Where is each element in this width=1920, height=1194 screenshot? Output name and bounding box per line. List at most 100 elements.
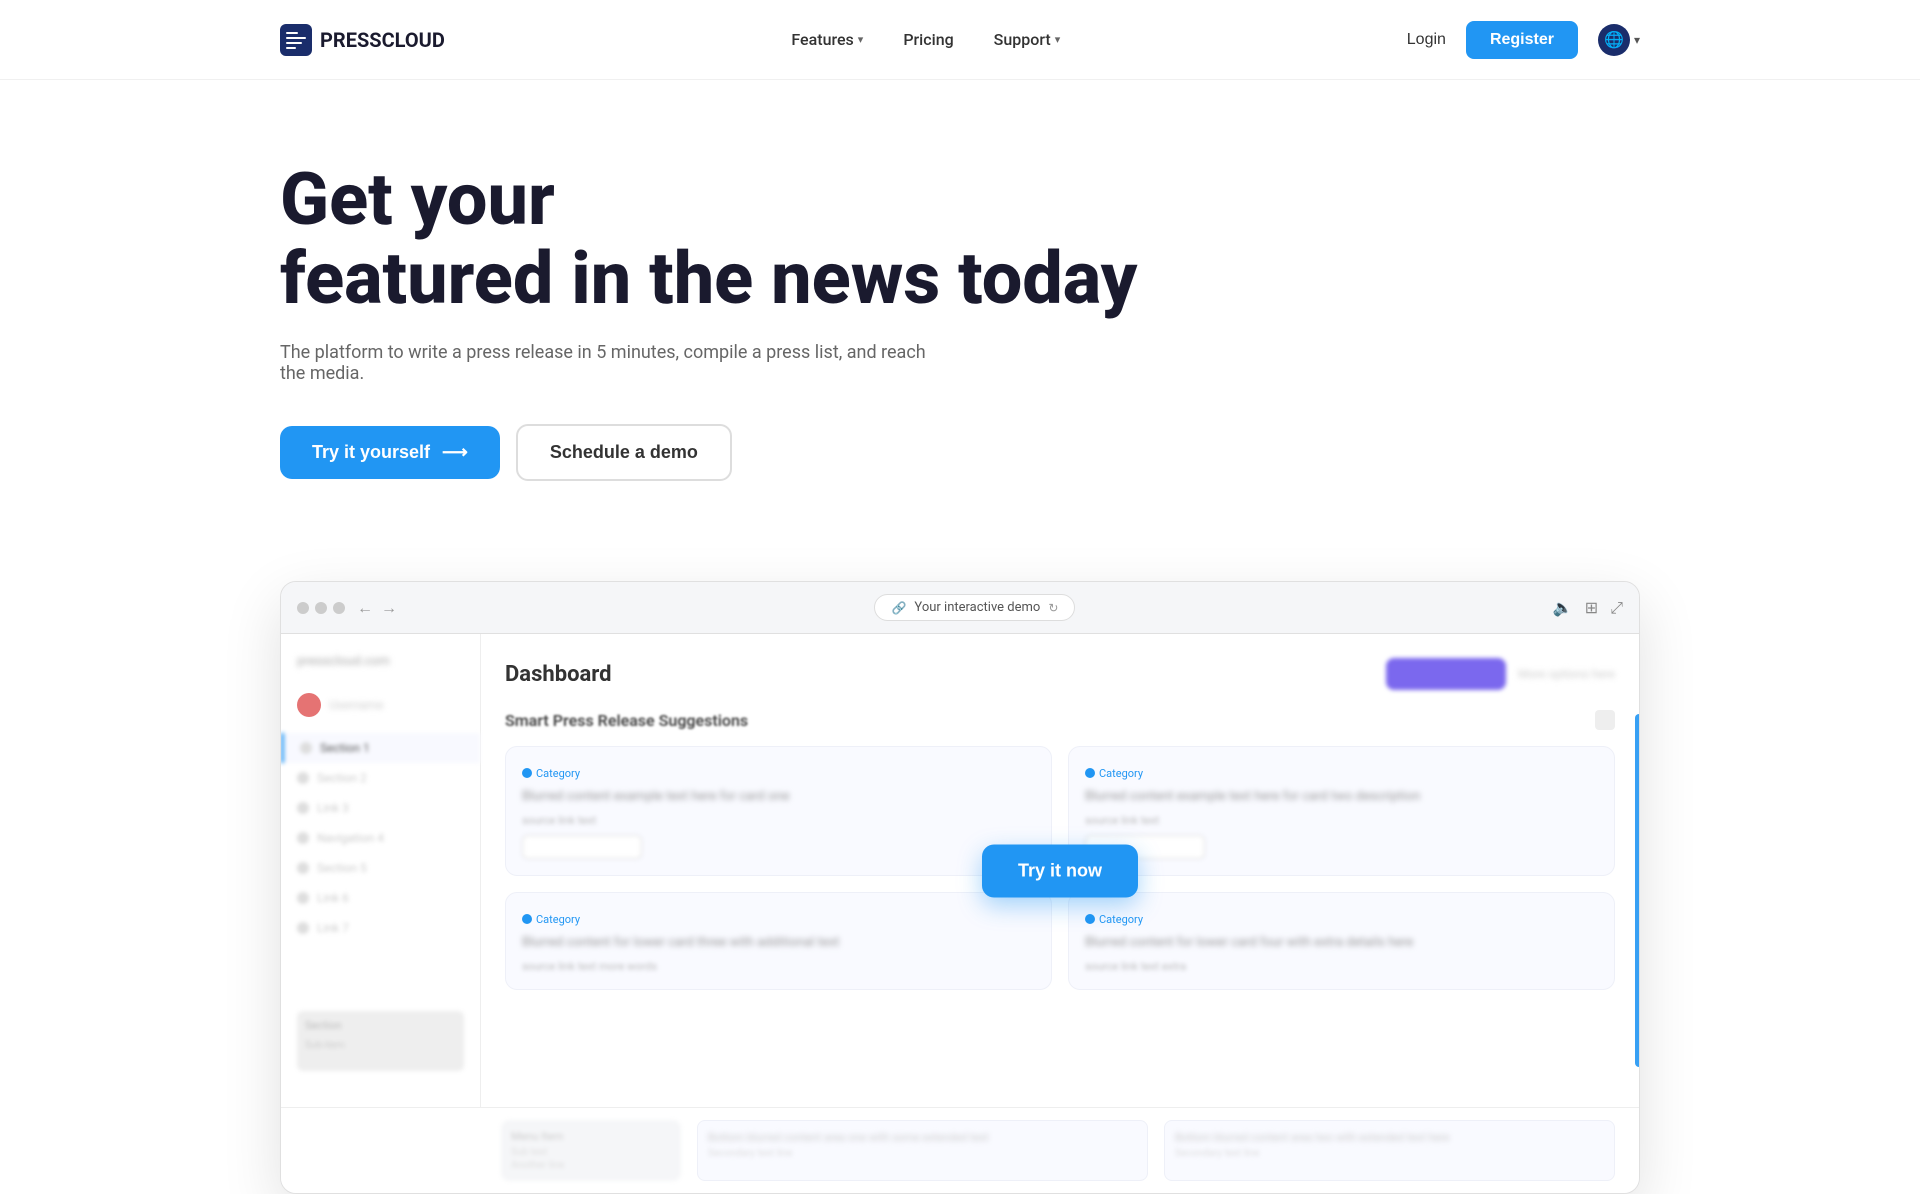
link-icon: 🔗 — [891, 601, 906, 615]
hero-section: Get your featured in the news today The … — [0, 80, 1920, 581]
try-it-yourself-button[interactable]: Try it yourself ⟶ — [280, 426, 500, 479]
forward-icon[interactable]: → — [381, 598, 397, 618]
browser-nav: ← → — [357, 598, 397, 618]
user-avatar — [297, 693, 321, 717]
sidebar-item-2[interactable]: Section 2 — [281, 763, 480, 793]
sidebar-item-7[interactable]: Link 7 — [281, 913, 480, 943]
bottom-card-right: Bottom blurred content area two with ext… — [1164, 1120, 1615, 1181]
dot-green — [333, 602, 345, 614]
card-4-link: source link text extra — [1085, 960, 1598, 973]
card-3-link: source link text more words — [522, 960, 1035, 973]
card-2-tag: Category — [1085, 767, 1143, 780]
sound-icon: 🔈 — [1553, 598, 1573, 617]
dashboard-title: Dashboard — [505, 662, 612, 687]
menu-icon-6 — [297, 892, 309, 904]
card-1-tag: Category — [522, 767, 580, 780]
app-content-wrapper: presscloud.com Username Section 1 Sectio… — [281, 634, 1639, 1193]
card-1-link: source link text — [522, 814, 1035, 827]
sidebar-label-5: Section 5 — [317, 861, 367, 875]
bottom-section-left: Menu Item Sub text Another line — [501, 1120, 681, 1181]
menu-icon-7 — [297, 922, 309, 934]
card-2-link: source link text — [1085, 814, 1598, 827]
try-it-now-button[interactable]: Try it now — [982, 844, 1138, 897]
app-main: Dashboard More options here Smart Press … — [481, 634, 1639, 1107]
card-4-text: Blurred content for lower card four with… — [1085, 934, 1598, 952]
scroll-bar — [1635, 714, 1640, 1067]
sidebar-menu: Section 1 Section 2 Link 3 Navigation 4 — [281, 733, 480, 943]
schedule-demo-button[interactable]: Schedule a demo — [516, 424, 732, 481]
lang-chevron-icon: ▾ — [1634, 33, 1640, 47]
url-pill: 🔗 Your interactive demo ↻ — [874, 594, 1075, 621]
sidebar-item-1[interactable]: Section 1 — [281, 733, 480, 763]
dashboard-action-button[interactable] — [1386, 658, 1506, 690]
sidebar-bottom: Section Sub-item — [281, 1003, 480, 1087]
dashboard-header: Dashboard More options here — [505, 658, 1615, 690]
browser-right-icons: 🔈 ⊞ ⤢ — [1553, 598, 1623, 618]
menu-icon-4 — [297, 832, 309, 844]
support-dropdown-arrow: ▾ — [1055, 33, 1061, 46]
section-title: Smart Press Release Suggestions — [505, 711, 748, 730]
nav-pricing[interactable]: Pricing — [903, 30, 953, 49]
card-3: Category Blurred content for lower card … — [505, 892, 1052, 990]
brand-name: PRESSCLOUD — [320, 28, 445, 52]
screen-icon: ⊞ — [1585, 598, 1598, 617]
menu-icon-5 — [297, 862, 309, 874]
refresh-icon: ↻ — [1048, 601, 1058, 615]
user-name: Username — [329, 698, 383, 712]
sidebar-label-4: Navigation 4 — [317, 831, 384, 845]
card-4-tag: Category — [1085, 913, 1143, 926]
sidebar-label-3: Link 3 — [317, 801, 349, 815]
sidebar-label-7: Link 7 — [317, 921, 349, 935]
card-3-text: Blurred content for lower card three wit… — [522, 934, 1035, 952]
card-1: Category Blurred content example text he… — [505, 746, 1052, 876]
nav-links: Features ▾ Pricing Support ▾ — [791, 30, 1060, 49]
app-content: presscloud.com Username Section 1 Sectio… — [281, 634, 1639, 1107]
sidebar-card-1: Section Sub-item — [297, 1011, 464, 1071]
browser-url-bar: 🔗 Your interactive demo ↻ — [409, 594, 1541, 621]
fullscreen-icon: ⤢ — [1610, 598, 1623, 618]
card-2-text: Blurred content example text here for ca… — [1085, 788, 1598, 806]
sidebar-label-6: Link 6 — [317, 891, 349, 905]
card-2: Category Blurred content example text he… — [1068, 746, 1615, 876]
card-4: Category Blurred content for lower card … — [1068, 892, 1615, 990]
sidebar-label-2: Section 2 — [317, 771, 367, 785]
sidebar-item-3[interactable]: Link 3 — [281, 793, 480, 823]
menu-icon-3 — [297, 802, 309, 814]
card-1-bottom — [522, 835, 1035, 859]
globe-icon: 🌐 — [1598, 24, 1630, 56]
language-button[interactable]: 🌐 ▾ — [1598, 24, 1640, 56]
menu-icon-1 — [300, 742, 312, 754]
card-3-tag-text: Category — [536, 913, 580, 926]
nav-support[interactable]: Support ▾ — [994, 30, 1061, 49]
app-bottom-bar: Menu Item Sub text Another line Bottom b… — [281, 1107, 1639, 1193]
card-1-dot — [522, 768, 532, 778]
features-dropdown-arrow: ▾ — [858, 33, 864, 46]
sidebar-user: Username — [281, 685, 480, 725]
sidebar-label-1: Section 1 — [320, 741, 370, 755]
sidebar-item-4[interactable]: Navigation 4 — [281, 823, 480, 853]
back-icon[interactable]: ← — [357, 598, 373, 618]
sidebar-brand: presscloud.com — [281, 654, 480, 685]
register-button[interactable]: Register — [1466, 21, 1578, 59]
section-title-row: Smart Press Release Suggestions — [505, 710, 1615, 730]
card-2-tag-text: Category — [1099, 767, 1143, 780]
arrow-icon: ⟶ — [442, 442, 468, 463]
sidebar-item-6[interactable]: Link 6 — [281, 883, 480, 913]
section-settings-icon[interactable] — [1595, 710, 1615, 730]
card-1-text: Blurred content example text here for ca… — [522, 788, 1035, 806]
hero-subtitle: The platform to write a press release in… — [280, 342, 930, 384]
card-1-button[interactable] — [522, 835, 642, 859]
logo[interactable]: PRESSCLOUD — [280, 24, 445, 56]
hero-title: Get your featured in the news today — [280, 160, 1180, 318]
nav-features[interactable]: Features ▾ — [791, 30, 863, 49]
card-2-dot — [1085, 768, 1095, 778]
navbar: PRESSCLOUD Features ▾ Pricing Support ▾ … — [0, 0, 1920, 80]
sidebar-item-5[interactable]: Section 5 — [281, 853, 480, 883]
login-button[interactable]: Login — [1407, 31, 1446, 49]
url-label: Your interactive demo — [914, 600, 1040, 615]
dashboard-header-right: More options here — [1386, 658, 1615, 690]
dot-red — [297, 602, 309, 614]
demo-browser: ← → 🔗 Your interactive demo ↻ 🔈 ⊞ ⤢ pres… — [280, 581, 1640, 1194]
cards-grid-bottom: Category Blurred content for lower card … — [505, 892, 1615, 990]
card-3-dot — [522, 914, 532, 924]
